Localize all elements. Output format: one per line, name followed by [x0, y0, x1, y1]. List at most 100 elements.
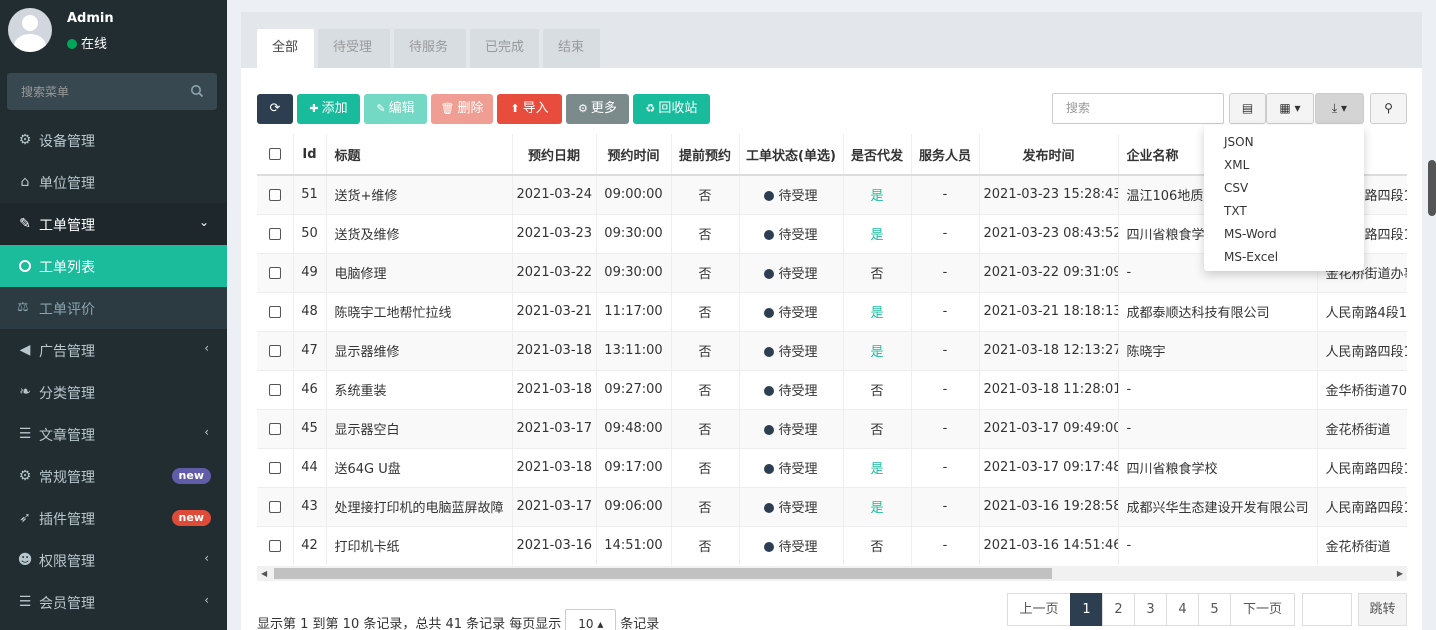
sidebar-item-workorder[interactable]: ✎ 工单管理 ⌄ [0, 203, 227, 245]
select-all-checkbox[interactable] [257, 134, 294, 176]
col-header-staff[interactable]: 服务人员 [911, 134, 980, 176]
status-label: 待受理 [778, 423, 818, 438]
tab-pending-service[interactable]: 待服务 [394, 29, 466, 68]
sidebar-item-general[interactable]: ⚙ 常规管理 new [0, 455, 227, 497]
sidebar-item-member[interactable]: ☰ 会员管理 ‹ [0, 581, 227, 623]
row-checkbox[interactable] [257, 525, 294, 565]
row-checkbox[interactable] [257, 291, 294, 331]
page-4-button[interactable]: 4 [1166, 593, 1199, 626]
row-checkbox[interactable] [257, 408, 294, 448]
columns-button[interactable]: ▦ ▾ [1266, 93, 1314, 124]
sidebar-item-plugin[interactable]: ➶ 插件管理 new [0, 497, 227, 539]
toggle-view-button[interactable]: ▤ [1229, 93, 1266, 124]
user-status: 在线 [67, 33, 107, 52]
sidebar-item-unit[interactable]: ⌂ 单位管理 [0, 161, 227, 203]
col-header-proxy[interactable]: 是否代发 [843, 134, 912, 176]
jump-button[interactable]: 跳转 [1358, 593, 1407, 626]
tab-all[interactable]: 全部 [257, 29, 314, 68]
table-row[interactable]: 43 处理接打印机的电脑蓝屏故障 2021-03-17 09:06:00 否 待受理 是 -2… [257, 486, 1407, 526]
status-label: 待受理 [778, 384, 818, 399]
delete-button[interactable]: 🗑 删除 [431, 94, 493, 124]
advanced-search-button[interactable]: ⚲ [1370, 93, 1407, 124]
page-3-button[interactable]: 3 [1134, 593, 1167, 626]
status-label: 待受理 [778, 306, 818, 321]
status-dot-icon [764, 425, 775, 435]
cell-title: 电脑修理 [326, 252, 513, 292]
export-excel[interactable]: MS-Excel [1224, 250, 1278, 264]
table-row[interactable]: 42 打印机卡纸 2021-03-16 14:51:00 否待受理否 -2021-03-1… [257, 525, 1407, 565]
col-header-title[interactable]: 标题 [326, 134, 513, 176]
col-header-date[interactable]: 预约日期 [512, 134, 597, 176]
tab-completed[interactable]: 已完成 [470, 29, 539, 68]
row-checkbox[interactable] [257, 252, 294, 292]
cell-publish-time: 2021-03-22 09:31:09 [979, 252, 1119, 292]
sidebar-subitem-workorder-review[interactable]: ⚖ 工单评价 [0, 287, 227, 329]
export-csv[interactable]: CSV [1224, 181, 1248, 195]
export-button[interactable]: ⤓ ▾ [1315, 93, 1364, 124]
sidebar-item-device[interactable]: ⚙ 设备管理 [0, 119, 227, 161]
table-row[interactable]: 45 显示器空白 2021-03-17 09:48:00 否待受理否 -2021-03-1… [257, 408, 1407, 448]
table-row[interactable]: 47 显示器维修 2021-03-18 13:11:00 否 待受理 是 -2021-03-1… [257, 330, 1407, 370]
bullhorn-icon: ◀ [19, 342, 31, 358]
sidebar-subitem-workorder-list[interactable]: 工单列表 [0, 245, 227, 287]
page-size-select[interactable]: 10 ▴ [565, 609, 617, 630]
sidebar-item-article[interactable]: ☰ 文章管理 ‹ [0, 413, 227, 455]
export-xml[interactable]: XML [1224, 158, 1249, 172]
cell-publish-time: 2021-03-18 12:13:27 [979, 330, 1119, 370]
row-checkbox[interactable] [257, 486, 294, 526]
col-header-time[interactable]: 预约时间 [596, 134, 672, 176]
vertical-scrollbar[interactable] [1428, 160, 1436, 216]
cell-date: 2021-03-23 [512, 213, 597, 253]
recycle-bin-button[interactable]: ♻ 回收站 [633, 94, 710, 124]
page-1-button[interactable]: 1 [1070, 593, 1103, 626]
cell-company: - [1118, 408, 1318, 448]
col-header-status[interactable]: 工单状态(单选) [739, 134, 844, 176]
cell-time: 09:30:00 [596, 213, 672, 253]
sidebar-search-input[interactable] [7, 73, 177, 110]
sidebar-item-ads[interactable]: ◀ 广告管理 ‹ [0, 329, 227, 371]
new-badge: new [171, 510, 211, 526]
sidebar-item-label: 工单管理 [39, 218, 95, 234]
scroll-left-icon[interactable]: ◀ [261, 569, 267, 578]
cell-status: 待受理 [739, 447, 844, 487]
tab-ended[interactable]: 结束 [543, 29, 600, 68]
prev-page-button[interactable]: 上一页 [1007, 593, 1071, 626]
table-row[interactable]: 44 送64G U盘 2021-03-18 09:17:00 否 待受理 是 -2021-03… [257, 447, 1407, 487]
avatar[interactable] [8, 8, 52, 52]
next-page-button[interactable]: 下一页 [1230, 593, 1295, 626]
cell-proxy: 否 [843, 525, 912, 565]
cell-id: 45 [293, 408, 327, 448]
sidebar-item-category[interactable]: ❧ 分类管理 [0, 371, 227, 413]
table-search-input[interactable]: 搜索 [1052, 93, 1224, 124]
page-2-button[interactable]: 2 [1102, 593, 1135, 626]
export-word[interactable]: MS-Word [1224, 227, 1277, 241]
export-json[interactable]: JSON [1224, 135, 1254, 149]
row-checkbox[interactable] [257, 174, 294, 214]
add-button[interactable]: ✚ 添加 [297, 94, 360, 124]
edit-button[interactable]: ✎ 编辑 [364, 94, 427, 124]
table-row[interactable]: 46 系统重装 2021-03-18 09:27:00 否待受理否 -2021-03-18… [257, 369, 1407, 409]
refresh-button[interactable]: ⟳ [257, 94, 293, 124]
row-checkbox[interactable] [257, 447, 294, 487]
cell-status: 待受理 [739, 213, 844, 253]
sidebar-item-permission[interactable]: ☻ 权限管理 ‹ [0, 539, 227, 581]
row-checkbox[interactable] [257, 330, 294, 370]
jump-page-input[interactable] [1302, 593, 1352, 626]
cell-advance: 否 [671, 408, 740, 448]
tab-pending-accept[interactable]: 待受理 [318, 29, 390, 68]
col-header-publish-time[interactable]: 发布时间 [979, 134, 1119, 176]
cell-address: 人民南路四段1 [1317, 447, 1407, 487]
col-header-id[interactable]: Id [293, 134, 327, 176]
import-button[interactable]: ⬆ 导入 [497, 94, 562, 124]
scrollbar-thumb[interactable] [274, 568, 1052, 579]
horizontal-scrollbar[interactable]: ◀ ▶ [257, 566, 1407, 581]
row-checkbox[interactable] [257, 213, 294, 253]
col-header-advance[interactable]: 提前预约 [671, 134, 740, 176]
search-icon[interactable] [190, 84, 204, 98]
more-button[interactable]: ⚙ 更多 [566, 94, 629, 124]
page-5-button[interactable]: 5 [1198, 593, 1231, 626]
scroll-right-icon[interactable]: ▶ [1397, 569, 1403, 578]
row-checkbox[interactable] [257, 369, 294, 409]
table-row[interactable]: 48 陈晓宇工地帮忙拉线 2021-03-21 11:17:00 否 待受理 是 -2021-… [257, 291, 1407, 331]
export-txt[interactable]: TXT [1224, 204, 1247, 218]
